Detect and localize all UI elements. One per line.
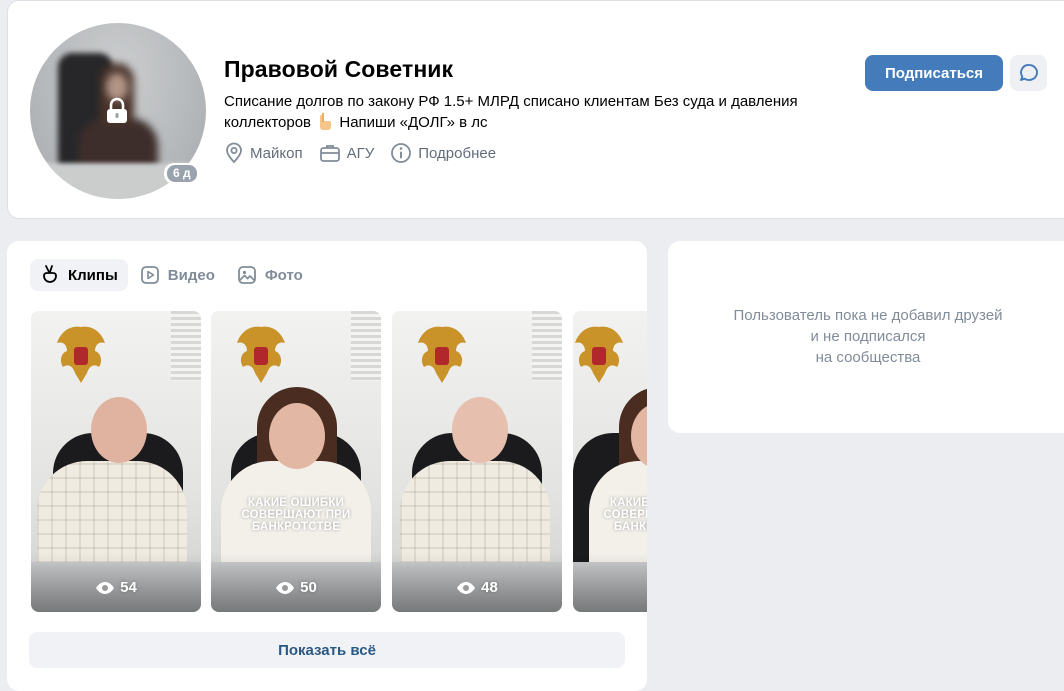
- coat-of-arms-emblem: [57, 326, 105, 383]
- message-button[interactable]: [1010, 55, 1047, 91]
- status-text: Списание долгов по закону РФ 1.5+ МЛРД с…: [224, 93, 798, 131]
- profile-meta: Майкоп АГУ Подробнее: [224, 142, 512, 164]
- friends-card: Пользователь пока не добавил друзей и не…: [668, 241, 1064, 433]
- eye-icon: [457, 581, 476, 594]
- media-tabs: Клипы Видео Фото: [30, 259, 315, 291]
- clip-views: 54: [31, 579, 201, 596]
- video-icon: [140, 266, 159, 284]
- coat-of-arms-emblem: [575, 326, 623, 383]
- clip-views: 48: [392, 579, 562, 596]
- lock-icon: [107, 97, 127, 123]
- coat-of-arms-emblem: [237, 326, 285, 383]
- profile-header-card: 6 д Правовой Советник Списание долгов по…: [7, 0, 1064, 219]
- subscribe-button[interactable]: Подписаться: [865, 55, 1003, 91]
- status-tail: Напиши «ДОЛГ» в лс: [339, 114, 488, 131]
- tab-photo[interactable]: Фото: [227, 259, 313, 291]
- message-bubble-icon: [1019, 64, 1038, 81]
- tab-clips[interactable]: Клипы: [30, 259, 128, 291]
- last-seen-badge: 6 д: [164, 163, 200, 184]
- show-all-button[interactable]: Показать всё: [29, 632, 625, 668]
- meta-university: АГУ: [319, 143, 374, 163]
- clip-item[interactable]: КАКИЕ ОШИБКИ СОВЕРШАЮТ ПРИ БАНКРОТСТВЕ 5…: [211, 311, 381, 612]
- info-icon: [391, 143, 412, 163]
- briefcase-icon: [319, 145, 340, 162]
- clip-item[interactable]: 48: [392, 311, 562, 612]
- hand-pointing-right-icon: [317, 112, 333, 136]
- avatar[interactable]: 6 д: [30, 23, 206, 199]
- profile-status: Списание долгов по закону РФ 1.5+ МЛРД с…: [224, 92, 844, 136]
- eye-icon: [276, 581, 295, 594]
- meta-city: Майкоп: [224, 142, 303, 164]
- clip-caption: КАКИЕ ОШИБКИ СОВЕРШАЮТ ПРИ БАНКРОТСТВЕ: [241, 497, 351, 533]
- clip-item[interactable]: 54: [31, 311, 201, 612]
- clip-views: 50: [211, 579, 381, 596]
- eye-icon: [96, 581, 115, 594]
- clip-item[interactable]: КАКИЕ ОШИБКИ СОВЕРШАЮТ ПРИ БАНКРОТСТВЕ: [573, 311, 647, 612]
- clips-row: 54 КАКИЕ ОШИБКИ СОВЕРШАЮТ ПРИ БАНКРОТСТВ…: [31, 311, 647, 612]
- tab-video[interactable]: Видео: [130, 259, 225, 291]
- clip-caption: КАКИЕ ОШИБКИ СОВЕРШАЮТ ПРИ БАНКРОТСТВЕ: [603, 497, 647, 533]
- meta-details-link[interactable]: Подробнее: [390, 142, 496, 164]
- friends-empty-message: Пользователь пока не добавил друзей и не…: [733, 307, 1003, 366]
- clips-icon: [43, 265, 57, 283]
- coat-of-arms-emblem: [418, 326, 466, 383]
- location-icon: [226, 142, 242, 164]
- profile-name: Правовой Советник: [224, 56, 454, 82]
- photo-icon: [237, 266, 256, 284]
- media-card: Клипы Видео Фото 54 КАКИЕ ОШИБКИ СОВЕРША…: [7, 241, 647, 691]
